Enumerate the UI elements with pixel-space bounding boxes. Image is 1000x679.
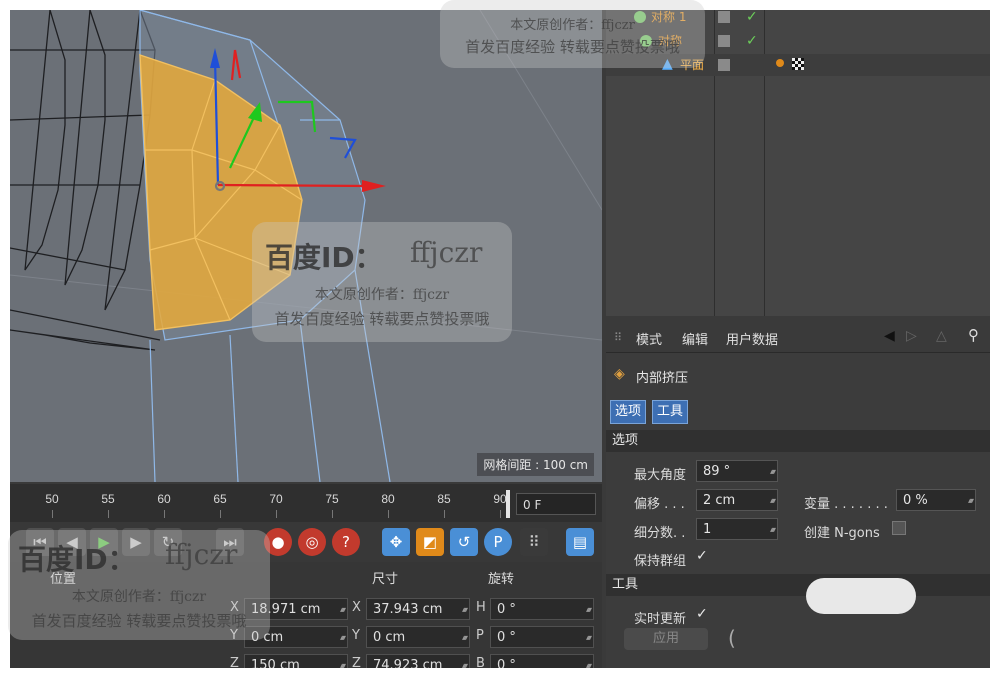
playhead[interactable] xyxy=(506,490,510,518)
rotation-h-field[interactable]: 0 ° xyxy=(490,598,594,621)
watermark-id-label: 百度ID： xyxy=(18,543,136,576)
watermark-promo-center: 首发百度经验 转载要点赞投票哦 xyxy=(274,310,490,328)
watermark-author-bottom: 本文原创作者：ffjczr xyxy=(71,589,207,605)
rotation-header: 旋转 xyxy=(488,572,515,587)
size-y-field[interactable]: 0 cm xyxy=(366,626,470,649)
grid-spacing-label: 网格间距 : 100 cm xyxy=(477,453,594,476)
rot-axis-label: H xyxy=(476,600,486,615)
tab-options[interactable]: 选项 xyxy=(610,400,647,424)
rotate-icon[interactable]: ↺ xyxy=(450,528,478,556)
rotation-b-field[interactable]: 0 ° xyxy=(490,654,594,668)
overlay-blob xyxy=(806,578,916,614)
create-ngons-checkbox[interactable] xyxy=(892,521,906,535)
back-arrow-icon[interactable]: ◀ xyxy=(884,328,895,344)
menu-user-data[interactable]: 用户数据 xyxy=(726,329,778,348)
realtime-update-label: 实时更新 xyxy=(634,612,687,627)
preserve-groups-checkbox[interactable]: ✓ xyxy=(696,548,708,564)
attribute-menu-bar: ⠿ 模式 编辑 用户数据 ◀ ▷ △ ⚲ xyxy=(606,322,990,353)
film-icon[interactable]: ▤ xyxy=(566,528,594,556)
timeline-tick: 90 xyxy=(493,492,507,506)
forward-arrow-icon[interactable]: ▷ xyxy=(906,328,917,344)
watermark-id-label: 百度ID： xyxy=(265,241,383,274)
timeline-tick: 75 xyxy=(325,492,339,506)
watermark-id-value: ffjczr xyxy=(165,538,238,571)
up-arrow-icon[interactable]: △ xyxy=(936,328,947,344)
watermark-promo-bottom: 首发百度经验 转载要点赞投票哦 xyxy=(31,612,247,630)
position-z-field[interactable]: 150 cm xyxy=(244,654,348,668)
cursor-icon: ( xyxy=(728,626,736,650)
watermark-top xyxy=(440,0,705,68)
timeline-tick: 70 xyxy=(269,492,283,506)
move-icon[interactable]: ✥ xyxy=(382,528,410,556)
checker-texture-icon[interactable] xyxy=(792,58,804,70)
extrude-tool-icon: ◈ xyxy=(614,366,625,382)
autokey-icon[interactable]: ◎ xyxy=(298,528,326,556)
timeline-tick: 65 xyxy=(213,492,227,506)
create-ngons-label: 创建 N-gons xyxy=(804,526,880,541)
apply-button[interactable]: 应用 xyxy=(624,628,708,650)
size-z-field[interactable]: 74.923 cm xyxy=(366,654,470,668)
enabled-check-icon[interactable]: ✓ xyxy=(746,30,758,52)
max-angle-label: 最大角度 xyxy=(634,468,687,483)
watermark-id-value: ffjczr xyxy=(410,236,483,269)
timeline-tick: 50 xyxy=(45,492,59,506)
attribute-manager: ⠿ 模式 编辑 用户数据 ◀ ▷ △ ⚲ ◈ 内部挤压 选项 工具 选项 最大角… xyxy=(606,322,990,668)
size-header: 尺寸 xyxy=(372,572,399,587)
enabled-check-icon[interactable]: ✓ xyxy=(746,10,758,28)
preserve-groups-label: 保持群组 xyxy=(634,554,687,569)
tool-title: 内部挤压 xyxy=(636,371,689,386)
grip-icon: ⠿ xyxy=(614,331,623,344)
size-axis-label: Z xyxy=(352,656,361,668)
timeline-ruler[interactable]: 50 55 60 65 70 75 80 85 90 0 F xyxy=(10,484,602,522)
rot-axis-label: P xyxy=(476,628,484,643)
search-icon[interactable]: ⚲ xyxy=(968,326,979,344)
current-frame-field[interactable]: 0 F xyxy=(516,493,596,515)
keyframe-help-icon[interactable]: ? xyxy=(332,528,360,556)
material-tag-icon[interactable] xyxy=(776,59,784,67)
timeline-tick: 60 xyxy=(157,492,171,506)
variance-field[interactable]: 0 % xyxy=(896,489,976,512)
pos-axis-label: Z xyxy=(230,656,239,668)
timeline-tick: 80 xyxy=(381,492,395,506)
size-x-field[interactable]: 37.943 cm xyxy=(366,598,470,621)
grid-points-icon[interactable]: ⠿ xyxy=(520,528,548,556)
watermark-author-top: 本文原创作者：ffjczr xyxy=(510,18,635,33)
size-axis-label: X xyxy=(352,600,361,615)
offset-field[interactable]: 2 cm xyxy=(696,489,778,512)
tab-tool[interactable]: 工具 xyxy=(652,400,689,424)
subdivisions-label: 细分数. . xyxy=(634,526,686,541)
watermark-promo-top: 首发百度经验 转载要点赞投票哦 xyxy=(465,38,680,56)
param-icon[interactable]: P xyxy=(484,528,512,556)
offset-label: 偏移 . . . xyxy=(634,497,685,512)
options-section-header: 选项 xyxy=(606,430,990,452)
rot-axis-label: B xyxy=(476,656,485,668)
tool-section-header: 工具 xyxy=(606,574,990,596)
realtime-update-checkbox[interactable]: ✓ xyxy=(696,606,708,622)
scale-icon[interactable]: ◩ xyxy=(416,528,444,556)
menu-mode[interactable]: 模式 xyxy=(636,329,662,348)
menu-edit[interactable]: 编辑 xyxy=(682,329,708,348)
subdivisions-field[interactable]: 1 xyxy=(696,518,778,541)
variance-label: 变量 . . . . . . . xyxy=(804,497,888,512)
watermark-author-center: 本文原创作者：ffjczr xyxy=(314,287,450,303)
timeline-tick: 55 xyxy=(101,492,115,506)
timeline-tick: 85 xyxy=(437,492,451,506)
max-angle-field[interactable]: 89 ° xyxy=(696,460,778,483)
size-axis-label: Y xyxy=(352,628,360,643)
rotation-p-field[interactable]: 0 ° xyxy=(490,626,594,649)
